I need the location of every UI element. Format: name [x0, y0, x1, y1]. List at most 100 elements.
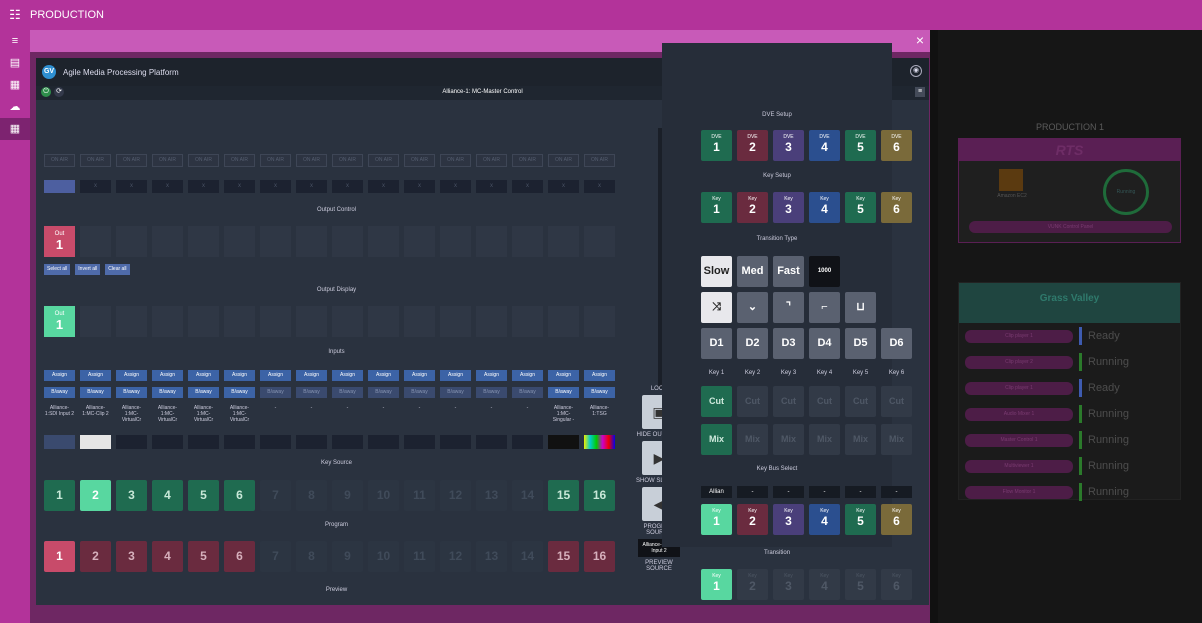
direction-button[interactable]: D5	[845, 328, 876, 359]
assign-button[interactable]: Assign	[332, 370, 363, 381]
transition-curve-icon[interactable]: ⌐	[809, 292, 840, 323]
key-setup-button[interactable]: Key 6	[881, 192, 912, 223]
dve-button[interactable]: DVE 1	[701, 130, 732, 161]
program-button[interactable]: 2	[80, 541, 111, 572]
mix-button[interactable]: Mix	[701, 424, 732, 455]
baway-button[interactable]: B/away	[404, 387, 435, 398]
output-slot[interactable]: x	[296, 180, 327, 193]
gv-item-button[interactable]: Master Control 1	[965, 433, 1073, 447]
key-source-button[interactable]: 8	[296, 480, 327, 511]
baway-button[interactable]: B/away	[584, 387, 615, 398]
grid-icon[interactable]: ☷	[0, 7, 30, 23]
key-source-button[interactable]: 9	[332, 480, 363, 511]
key-source-button[interactable]: 15	[548, 480, 579, 511]
output-slot[interactable]: x	[476, 180, 507, 193]
output-slot[interactable]: x	[440, 180, 471, 193]
cut-button[interactable]: Cut	[701, 386, 732, 417]
clear-all-button[interactable]: Clear all	[105, 264, 130, 275]
assign-button[interactable]: Assign	[80, 370, 111, 381]
output-slot[interactable]: x	[548, 180, 579, 193]
key-source-button[interactable]: 4	[152, 480, 183, 511]
output-cell[interactable]	[188, 226, 219, 257]
baway-button[interactable]: B/away	[188, 387, 219, 398]
display-cell[interactable]	[404, 306, 435, 337]
program-button[interactable]: 5	[188, 541, 219, 572]
baway-button[interactable]: B/away	[296, 387, 327, 398]
transition-key-button[interactable]: Key 5	[845, 569, 876, 600]
gv-item-button[interactable]: Flow Monitor 1	[965, 485, 1073, 499]
program-button[interactable]: 1	[44, 541, 75, 572]
gv-item-button[interactable]: Multiviewer 1	[965, 459, 1073, 473]
calendar-active-icon[interactable]: ▦	[0, 118, 30, 140]
direction-button[interactable]: D2	[737, 328, 768, 359]
display-cell[interactable]	[548, 306, 579, 337]
assign-button[interactable]: Assign	[260, 370, 291, 381]
baway-button[interactable]: B/away	[332, 387, 363, 398]
output-cell[interactable]	[332, 226, 363, 257]
output-slot[interactable]: x	[188, 180, 219, 193]
output-cell[interactable]	[584, 226, 615, 257]
assign-button[interactable]: Assign	[116, 370, 147, 381]
program-button[interactable]: 4	[152, 541, 183, 572]
cut-button[interactable]: Cut	[881, 386, 912, 417]
gv-item-button[interactable]: Audio Mixer 1	[965, 407, 1073, 421]
mix-button[interactable]: Mix	[881, 424, 912, 455]
clipboard-icon[interactable]: ▤	[0, 52, 30, 74]
key-source-button[interactable]: 10	[368, 480, 399, 511]
key-setup-button[interactable]: Key 2	[737, 192, 768, 223]
display-cell[interactable]	[584, 306, 615, 337]
menu-icon[interactable]: ≡	[915, 87, 925, 97]
key-setup-button[interactable]: Key 4	[809, 192, 840, 223]
transition-key-button[interactable]: Key 2	[737, 569, 768, 600]
output-cell[interactable]	[368, 226, 399, 257]
key-bus-button[interactable]: Key 4	[809, 504, 840, 535]
mix-button[interactable]: Mix	[737, 424, 768, 455]
key-setup-button[interactable]: Key 1	[701, 192, 732, 223]
direction-button[interactable]: D4	[809, 328, 840, 359]
mix-button[interactable]: Mix	[809, 424, 840, 455]
cut-button[interactable]: Cut	[845, 386, 876, 417]
transition-curve-icon[interactable]: ⌄	[737, 292, 768, 323]
assign-button[interactable]: Assign	[188, 370, 219, 381]
transition-key-button[interactable]: Key 3	[773, 569, 804, 600]
output-slot[interactable]: x	[260, 180, 291, 193]
baway-button[interactable]: B/away	[548, 387, 579, 398]
output-slot[interactable]: x	[152, 180, 183, 193]
display-out-1-button[interactable]: Out 1	[44, 306, 75, 337]
key-source-button[interactable]: 3	[116, 480, 147, 511]
output-cell[interactable]	[224, 226, 255, 257]
cloud-icon[interactable]: ☁	[0, 96, 30, 118]
output-cell[interactable]	[440, 226, 471, 257]
output-slot[interactable]: x	[512, 180, 543, 193]
program-button[interactable]: 3	[116, 541, 147, 572]
assign-button[interactable]: Assign	[548, 370, 579, 381]
output-slot[interactable]: x	[584, 180, 615, 193]
output-slot[interactable]	[44, 180, 75, 193]
display-cell[interactable]	[476, 306, 507, 337]
display-cell[interactable]	[80, 306, 111, 337]
program-button[interactable]: 9	[332, 541, 363, 572]
output-slot[interactable]: x	[332, 180, 363, 193]
output-cell[interactable]	[548, 226, 579, 257]
display-cell[interactable]	[332, 306, 363, 337]
output-slot[interactable]: x	[116, 180, 147, 193]
display-cell[interactable]	[224, 306, 255, 337]
dve-button[interactable]: DVE 2	[737, 130, 768, 161]
key-source-button[interactable]: 16	[584, 480, 615, 511]
baway-button[interactable]: B/away	[368, 387, 399, 398]
key-setup-button[interactable]: Key 3	[773, 192, 804, 223]
assign-button[interactable]: Assign	[440, 370, 471, 381]
transition-curve-icon[interactable]: ⌝	[773, 292, 804, 323]
dve-button[interactable]: DVE 3	[773, 130, 804, 161]
calendar-icon[interactable]: ▦	[0, 74, 30, 96]
program-button[interactable]: 8	[296, 541, 327, 572]
assign-button[interactable]: Assign	[44, 370, 75, 381]
key-source-button[interactable]: 2	[80, 480, 111, 511]
baway-button[interactable]: B/away	[476, 387, 507, 398]
dve-button[interactable]: DVE 5	[845, 130, 876, 161]
direction-button[interactable]: D6	[881, 328, 912, 359]
transition-curve-icon[interactable]: ⊔	[845, 292, 876, 323]
gv-item-button[interactable]: Clip player 2	[965, 355, 1073, 369]
output-slot[interactable]: x	[224, 180, 255, 193]
close-icon[interactable]: ×	[916, 32, 924, 48]
